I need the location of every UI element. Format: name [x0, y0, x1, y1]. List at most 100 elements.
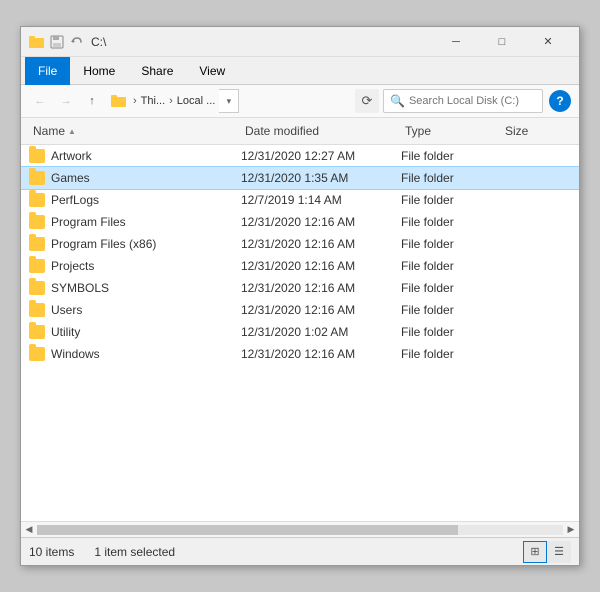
table-row[interactable]: PerfLogs 12/7/2019 1:14 AMFile folder	[21, 189, 579, 211]
file-date-cell: 12/31/2020 12:27 AM	[241, 149, 401, 163]
file-date-cell: 12/7/2019 1:14 AM	[241, 193, 401, 207]
tab-home[interactable]: Home	[70, 57, 128, 85]
file-list-area: Name ▲ Date modified Type Size Artwork12…	[21, 118, 579, 537]
file-date-cell: 12/31/2020 12:16 AM	[241, 237, 401, 251]
folder-icon	[29, 259, 45, 273]
table-row[interactable]: Artwork12/31/2020 12:27 AMFile folder	[21, 145, 579, 167]
file-list: Artwork12/31/2020 12:27 AMFile folderGam…	[21, 145, 579, 521]
breadcrumb-sep-2: ›	[169, 95, 173, 107]
view-buttons: ⊞ ☰	[523, 541, 571, 563]
table-row[interactable]: Projects 12/31/2020 12:16 AMFile folder	[21, 255, 579, 277]
col-header-name[interactable]: Name ▲	[29, 122, 241, 140]
grid-view-button[interactable]: ⊞	[523, 541, 547, 563]
folder-icon	[29, 237, 45, 251]
status-bar: 10 items 1 item selected ⊞ ☰	[21, 537, 579, 565]
scroll-track[interactable]	[37, 525, 563, 535]
folder-icon	[29, 281, 45, 295]
file-type-cell: File folder	[401, 303, 501, 317]
file-type-cell: File folder	[401, 281, 501, 295]
file-type-cell: File folder	[401, 149, 501, 163]
file-name-cell: Games	[29, 171, 241, 185]
folder-icon	[29, 193, 45, 207]
table-row[interactable]: Program Files12/31/2020 12:16 AMFile fol…	[21, 211, 579, 233]
col-type-label: Type	[405, 124, 431, 138]
file-name-label: Program Files (x86)	[51, 237, 156, 251]
tab-share[interactable]: Share	[128, 57, 186, 85]
sort-asc-icon: ▲	[68, 127, 76, 136]
file-name-label: Games	[51, 171, 90, 185]
file-name-label: PerfLogs	[51, 193, 99, 207]
close-button[interactable]: ✕	[525, 27, 571, 57]
table-row[interactable]: Games12/31/2020 1:35 AMFile folder	[21, 167, 579, 189]
address-bar: ← → ↑ › Thi... › Local ... ▾ ⟳ 🔍 ?	[21, 85, 579, 118]
breadcrumb-thi[interactable]: Thi...	[141, 95, 165, 107]
file-date-cell: 12/31/2020 12:16 AM	[241, 281, 401, 295]
col-size-label: Size	[505, 124, 528, 138]
col-header-size[interactable]: Size	[501, 122, 571, 140]
col-header-date[interactable]: Date modified	[241, 122, 401, 140]
title-bar: C:\ ─ □ ✕	[21, 27, 579, 57]
file-name-cell: Users	[29, 303, 241, 317]
horizontal-scrollbar: ◀ ▶	[21, 521, 579, 537]
explorer-window: C:\ ─ □ ✕ File Home Share View ← → ↑ ›	[20, 26, 580, 566]
up-button[interactable]: ↑	[81, 90, 103, 112]
search-input[interactable]	[409, 95, 536, 107]
file-date-cell: 12/31/2020 1:35 AM	[241, 171, 401, 185]
selection-info: 1 item selected	[94, 545, 175, 559]
folder-icon	[29, 347, 45, 361]
list-view-button[interactable]: ☰	[547, 541, 571, 563]
file-type-cell: File folder	[401, 347, 501, 361]
breadcrumb-sep-1: ›	[133, 95, 137, 107]
file-name-label: Projects	[51, 259, 94, 273]
table-row[interactable]: Utility12/31/2020 1:02 AMFile folder	[21, 321, 579, 343]
col-header-type[interactable]: Type	[401, 122, 501, 140]
file-name-label: SYMBOLS	[51, 281, 109, 295]
item-count: 10 items	[29, 545, 74, 559]
file-name-cell: PerfLogs	[29, 193, 241, 207]
file-name-cell: Utility	[29, 325, 241, 339]
table-row[interactable]: Users 12/31/2020 12:16 AMFile folder	[21, 299, 579, 321]
file-type-cell: File folder	[401, 193, 501, 207]
title-controls: ─ □ ✕	[433, 27, 571, 57]
main-content: Name ▲ Date modified Type Size Artwork12…	[21, 118, 579, 537]
help-button[interactable]: ?	[549, 90, 571, 112]
file-name-label: Windows	[51, 347, 100, 361]
back-button[interactable]: ←	[29, 90, 51, 112]
file-type-cell: File folder	[401, 215, 501, 229]
file-name-cell: Projects	[29, 259, 241, 273]
file-name-cell: Artwork	[29, 149, 241, 163]
refresh-button[interactable]: ⟳	[355, 89, 379, 113]
address-dropdown-button[interactable]: ▾	[219, 89, 239, 113]
scroll-left-button[interactable]: ◀	[21, 522, 37, 538]
column-headers: Name ▲ Date modified Type Size	[21, 118, 579, 145]
file-name-cell: SYMBOLS	[29, 281, 241, 295]
title-bar-icons	[29, 34, 85, 50]
table-row[interactable]: Program Files (x86)12/31/2020 12:16 AMFi…	[21, 233, 579, 255]
file-name-cell: Windows	[29, 347, 241, 361]
title-save-icon	[49, 34, 65, 50]
search-icon: 🔍	[390, 94, 405, 108]
breadcrumb-local[interactable]: Local ...	[177, 95, 216, 107]
ribbon: File Home Share View	[21, 57, 579, 85]
col-date-label: Date modified	[245, 124, 319, 138]
file-name-label: Users	[51, 303, 82, 317]
file-name-cell: Program Files (x86)	[29, 237, 241, 251]
file-name-label: Utility	[51, 325, 80, 339]
ribbon-tabs: File Home Share View	[21, 57, 579, 85]
scroll-thumb[interactable]	[37, 525, 458, 535]
file-date-cell: 12/31/2020 12:16 AM	[241, 259, 401, 273]
table-row[interactable]: SYMBOLS 12/31/2020 12:16 AMFile folder	[21, 277, 579, 299]
tab-view[interactable]: View	[186, 57, 238, 85]
title-undo-icon	[69, 34, 85, 50]
minimize-button[interactable]: ─	[433, 27, 479, 57]
scroll-right-button[interactable]: ▶	[563, 522, 579, 538]
table-row[interactable]: Windows12/31/2020 12:16 AMFile folder	[21, 343, 579, 365]
tab-file[interactable]: File	[25, 57, 70, 85]
folder-icon	[29, 215, 45, 229]
file-date-cell: 12/31/2020 1:02 AM	[241, 325, 401, 339]
path-folder-icon	[111, 94, 127, 108]
file-type-cell: File folder	[401, 259, 501, 273]
file-date-cell: 12/31/2020 12:16 AM	[241, 303, 401, 317]
restore-button[interactable]: □	[479, 27, 525, 57]
forward-button[interactable]: →	[55, 90, 77, 112]
